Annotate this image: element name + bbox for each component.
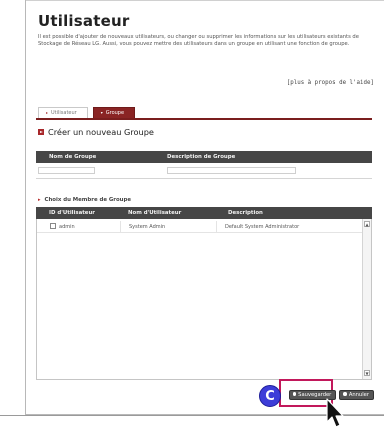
tab-groupe[interactable]: ▾ Groupe [92,107,136,118]
help-link[interactable]: [plus à propos de l'aide] [287,80,374,86]
member-checkbox[interactable] [50,223,56,229]
cancel-dot-icon [343,392,347,396]
tab-underline [36,118,372,120]
section-arrow-icon: ▸ [38,197,41,203]
chevron-right-icon: ▸ [46,110,49,115]
step-marker: C [259,385,281,407]
tab-bar: ▸ Utilisateur ▾ Groupe [38,107,136,118]
members-scrollbar[interactable]: ▲ ▼ [362,219,371,379]
group-fields-row [36,163,372,179]
tab-groupe-label: Groupe [105,110,125,116]
user-name-cell: System Admin [121,221,217,232]
group-description-column-header: Description de Groupe [167,154,236,160]
page-intro: Il est possible d'ajouter de nouveaux ut… [38,34,359,48]
description-column-header: Description [228,210,263,216]
chevron-down-icon: ▾ [100,110,103,115]
table-row[interactable]: admin System Admin Default System Admini… [37,221,363,233]
cancel-button-label: Annuler [348,392,369,398]
user-id-value: admin [59,224,75,230]
group-table-header: Nom de Groupe Description de Groupe [36,151,372,163]
user-name-column-header: Nom d'Utilisateur [128,210,182,216]
user-description-value: Default System Administrator [225,224,300,230]
group-description-input[interactable] [167,167,296,174]
members-title: Choix du Membre de Groupe [44,197,132,203]
create-group-heading: Créer un nouveau Groupe [38,127,154,137]
hand-cursor-icon [326,398,344,428]
create-group-title: Créer un nouveau Groupe [48,127,154,137]
user-name-value: System Admin [129,224,166,230]
section-bullet-icon [38,129,44,135]
scroll-up-icon[interactable]: ▲ [364,221,370,227]
members-heading: ▸ Choix du Membre de Groupe [38,197,131,203]
tab-utilisateur[interactable]: ▸ Utilisateur [38,107,88,118]
user-id-column-header: ID d'Utilisateur [49,210,95,216]
user-id-cell: admin [37,221,121,232]
tab-utilisateur-label: Utilisateur [51,110,77,116]
scroll-down-icon[interactable]: ▼ [364,370,370,376]
group-name-input[interactable] [38,167,95,174]
members-list: admin System Admin Default System Admini… [36,219,372,380]
group-name-column-header: Nom de Groupe [49,154,97,160]
members-table-header: ID d'Utilisateur Nom d'Utilisateur Descr… [36,207,372,219]
page-title: Utilisateur [38,12,130,30]
save-dot-icon [292,392,297,396]
